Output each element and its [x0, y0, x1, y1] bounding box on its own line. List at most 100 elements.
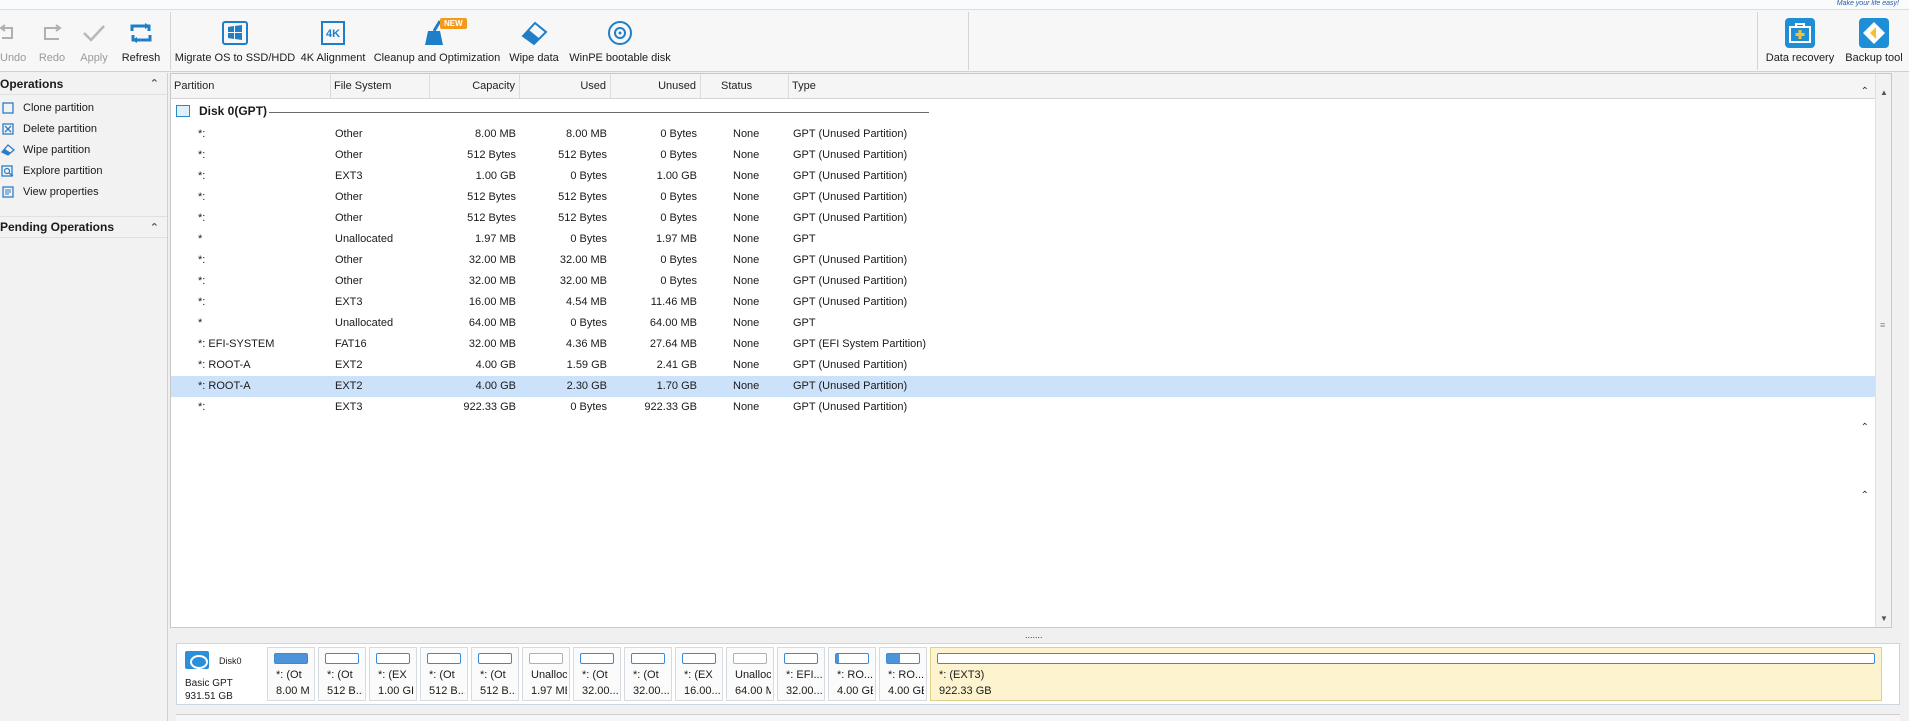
cell-status: None [733, 380, 760, 392]
column-header-unused[interactable]: Unused [611, 74, 701, 98]
partition-block[interactable]: *: (Ot 32.00... [573, 647, 621, 701]
cell-partition: *: [198, 401, 206, 413]
table-row[interactable]: *: Other 32.00 MB 32.00 MB 0 Bytes None GPT (U… [171, 250, 1881, 271]
partition-block[interactable]: *: (Ot 512 B... [318, 647, 366, 701]
cell-capacity: 32.00 MB [468, 275, 516, 287]
partition-block-label: *: (EXT3) [939, 669, 985, 681]
partition-block[interactable]: *: RO... 4.00 GE [879, 647, 927, 701]
partition-block-size: 512 B... [429, 685, 465, 697]
usage-bar [631, 653, 665, 664]
apply-button[interactable]: Apply [79, 10, 109, 72]
cell-unused: 11.46 MB [650, 296, 697, 308]
cell-used: 0 Bytes [570, 317, 607, 329]
partition-block[interactable]: *: (EXT3) 922.33 GB [930, 647, 1882, 701]
table-row[interactable]: *: Other 512 Bytes 512 Bytes 0 Bytes None GPT … [171, 145, 1881, 166]
table-row[interactable]: *: Other 512 Bytes 512 Bytes 0 Bytes None GPT … [171, 208, 1881, 229]
splitter-grip[interactable]: ....... [1025, 630, 1043, 640]
explore-partition-item[interactable]: Explore partition [0, 160, 167, 181]
checkmark-icon [77, 18, 111, 48]
vertical-scrollbar[interactable]: ▲︎ ≡︎ ▼︎ [1875, 74, 1891, 627]
4k-alignment-button[interactable]: 4K 4K Alignment [300, 10, 366, 72]
undo-button[interactable]: Undo [0, 10, 26, 72]
cell-status: None [733, 149, 760, 161]
table-row[interactable]: *: EXT3 1.00 GB 0 Bytes 1.00 GB None GPT (Unus… [171, 166, 1881, 187]
partition-block[interactable]: *: EFI... 32.00... [777, 647, 825, 701]
cell-partition: *: EFI-SYSTEM [198, 338, 275, 350]
collapse-chevron-icon[interactable]: ⌃︎ [1861, 490, 1869, 501]
cell-used: 32.00 MB [559, 254, 607, 266]
partition-block[interactable]: Unalloc... 1.97 MB [522, 647, 570, 701]
cell-fs: FAT16 [335, 338, 367, 350]
cell-type: GPT (Unused Partition) [793, 380, 908, 392]
disk-info[interactable]: Disk0 Basic GPT 931.51 GB [177, 644, 263, 704]
column-header-partition[interactable]: Partition [171, 74, 331, 98]
table-row[interactable]: *: Other 32.00 MB 32.00 MB 0 Bytes None GPT (U… [171, 271, 1881, 292]
backup-tool-button[interactable]: Backup tool [1842, 10, 1906, 72]
collapse-chevron-icon[interactable]: ⌃︎ [150, 77, 159, 90]
delete-partition-item[interactable]: Delete partition [0, 118, 167, 139]
cell-type: GPT (Unused Partition) [793, 170, 908, 182]
partition-block[interactable]: *: (EX 16.00... [675, 647, 723, 701]
cell-unused: 0 Bytes [660, 212, 697, 224]
wipe-partition-item[interactable]: Wipe partition [0, 139, 167, 160]
redo-button[interactable]: Redo [37, 10, 67, 72]
partition-block[interactable]: *: RO... 4.00 GE [828, 647, 876, 701]
partition-block[interactable]: *: (Ot 512 B... [420, 647, 468, 701]
status-bar [176, 714, 1900, 721]
column-header-used[interactable]: Used [520, 74, 611, 98]
explore-icon [0, 164, 16, 178]
collapse-chevron-icon[interactable]: ⌃︎ [1861, 86, 1869, 97]
svg-text:4K: 4K [326, 28, 340, 40]
migrate-os-button[interactable]: Migrate OS to SSD/HDD [175, 10, 295, 72]
table-row[interactable]: *: ROOT-A EXT2 4.00 GB 1.59 GB 2.41 GB None GP… [171, 355, 1881, 376]
scroll-up-icon[interactable]: ▲︎ [1880, 88, 1888, 97]
partition-block[interactable]: *: (Ot 8.00 M [267, 647, 315, 701]
pending-operations-header[interactable]: Pending Operations ⌃︎ [0, 216, 167, 238]
table-row[interactable]: *: Other 512 Bytes 512 Bytes 0 Bytes None GPT … [171, 187, 1881, 208]
cell-unused: 0 Bytes [660, 275, 697, 287]
column-header-file-system[interactable]: File System [331, 74, 430, 98]
wipe-data-button[interactable]: Wipe data [506, 10, 562, 72]
usage-bar [682, 653, 716, 664]
refresh-button[interactable]: Refresh [120, 10, 162, 72]
partition-block[interactable]: *: (EX 1.00 GI [369, 647, 417, 701]
column-header-status[interactable]: Status [701, 74, 789, 98]
partition-block[interactable]: *: (Ot 512 B... [471, 647, 519, 701]
table-row[interactable]: *: EXT3 16.00 MB 4.54 MB 11.46 MB None GPT (Un… [171, 292, 1881, 313]
partition-block[interactable]: Unalloc... 64.00 MI [726, 647, 774, 701]
table-row[interactable]: *: Other 8.00 MB 8.00 MB 0 Bytes None GPT (Unu… [171, 124, 1881, 145]
cell-status: None [733, 401, 760, 413]
cell-capacity: 922.33 GB [463, 401, 516, 413]
column-header-type[interactable]: Type [789, 74, 1889, 98]
usage-bar [478, 653, 512, 664]
clone-partition-item[interactable]: Clone partition [0, 97, 167, 118]
data-recovery-button[interactable]: Data recovery [1762, 10, 1838, 72]
partition-block-size: 32.00... [633, 685, 669, 697]
cell-used: 0 Bytes [570, 401, 607, 413]
cleanup-button[interactable]: Cleanup and Optimization [374, 10, 500, 72]
view-properties-item[interactable]: View properties [0, 181, 167, 202]
collapse-chevron-icon[interactable]: ⌃︎ [150, 221, 159, 234]
4k-alignment-icon: 4K [316, 18, 350, 48]
winpe-button[interactable]: WinPE bootable disk [569, 10, 671, 72]
table-row[interactable]: * Unallocated 64.00 MB 0 Bytes 64.00 MB None G… [171, 313, 1881, 334]
operations-header[interactable]: Operations ⌃︎ [0, 73, 167, 95]
cell-used: 32.00 MB [559, 275, 607, 287]
cell-status: None [733, 275, 760, 287]
scroll-down-icon[interactable]: ▼︎ [1880, 614, 1888, 623]
column-header-capacity[interactable]: Capacity [430, 74, 520, 98]
partition-block-label: *: (EX [684, 669, 713, 681]
redo-icon [35, 18, 69, 48]
cell-partition: *: [198, 191, 206, 203]
cell-type: GPT (Unused Partition) [793, 212, 908, 224]
collapse-chevron-icon[interactable]: ⌃︎ [1861, 422, 1869, 433]
disk-group-header[interactable]: Disk 0(GPT) [171, 101, 931, 123]
table-row[interactable]: *: ROOT-A EXT2 4.00 GB 2.30 GB 1.70 GB None GP… [171, 376, 1881, 397]
toolbar-separator [968, 12, 969, 70]
eraser-icon [517, 18, 551, 48]
table-row[interactable]: *: EFI-SYSTEM FAT16 32.00 MB 4.36 MB 27.64 M… [171, 334, 1881, 355]
partition-block[interactable]: *: (Ot 32.00... [624, 647, 672, 701]
scroll-thumb-grip[interactable]: ≡︎ [1880, 320, 1885, 330]
table-row[interactable]: *: EXT3 922.33 GB 0 Bytes 922.33 GB None GPT (… [171, 397, 1881, 418]
table-row[interactable]: * Unallocated 1.97 MB 0 Bytes 1.97 MB None GPT [171, 229, 1881, 250]
